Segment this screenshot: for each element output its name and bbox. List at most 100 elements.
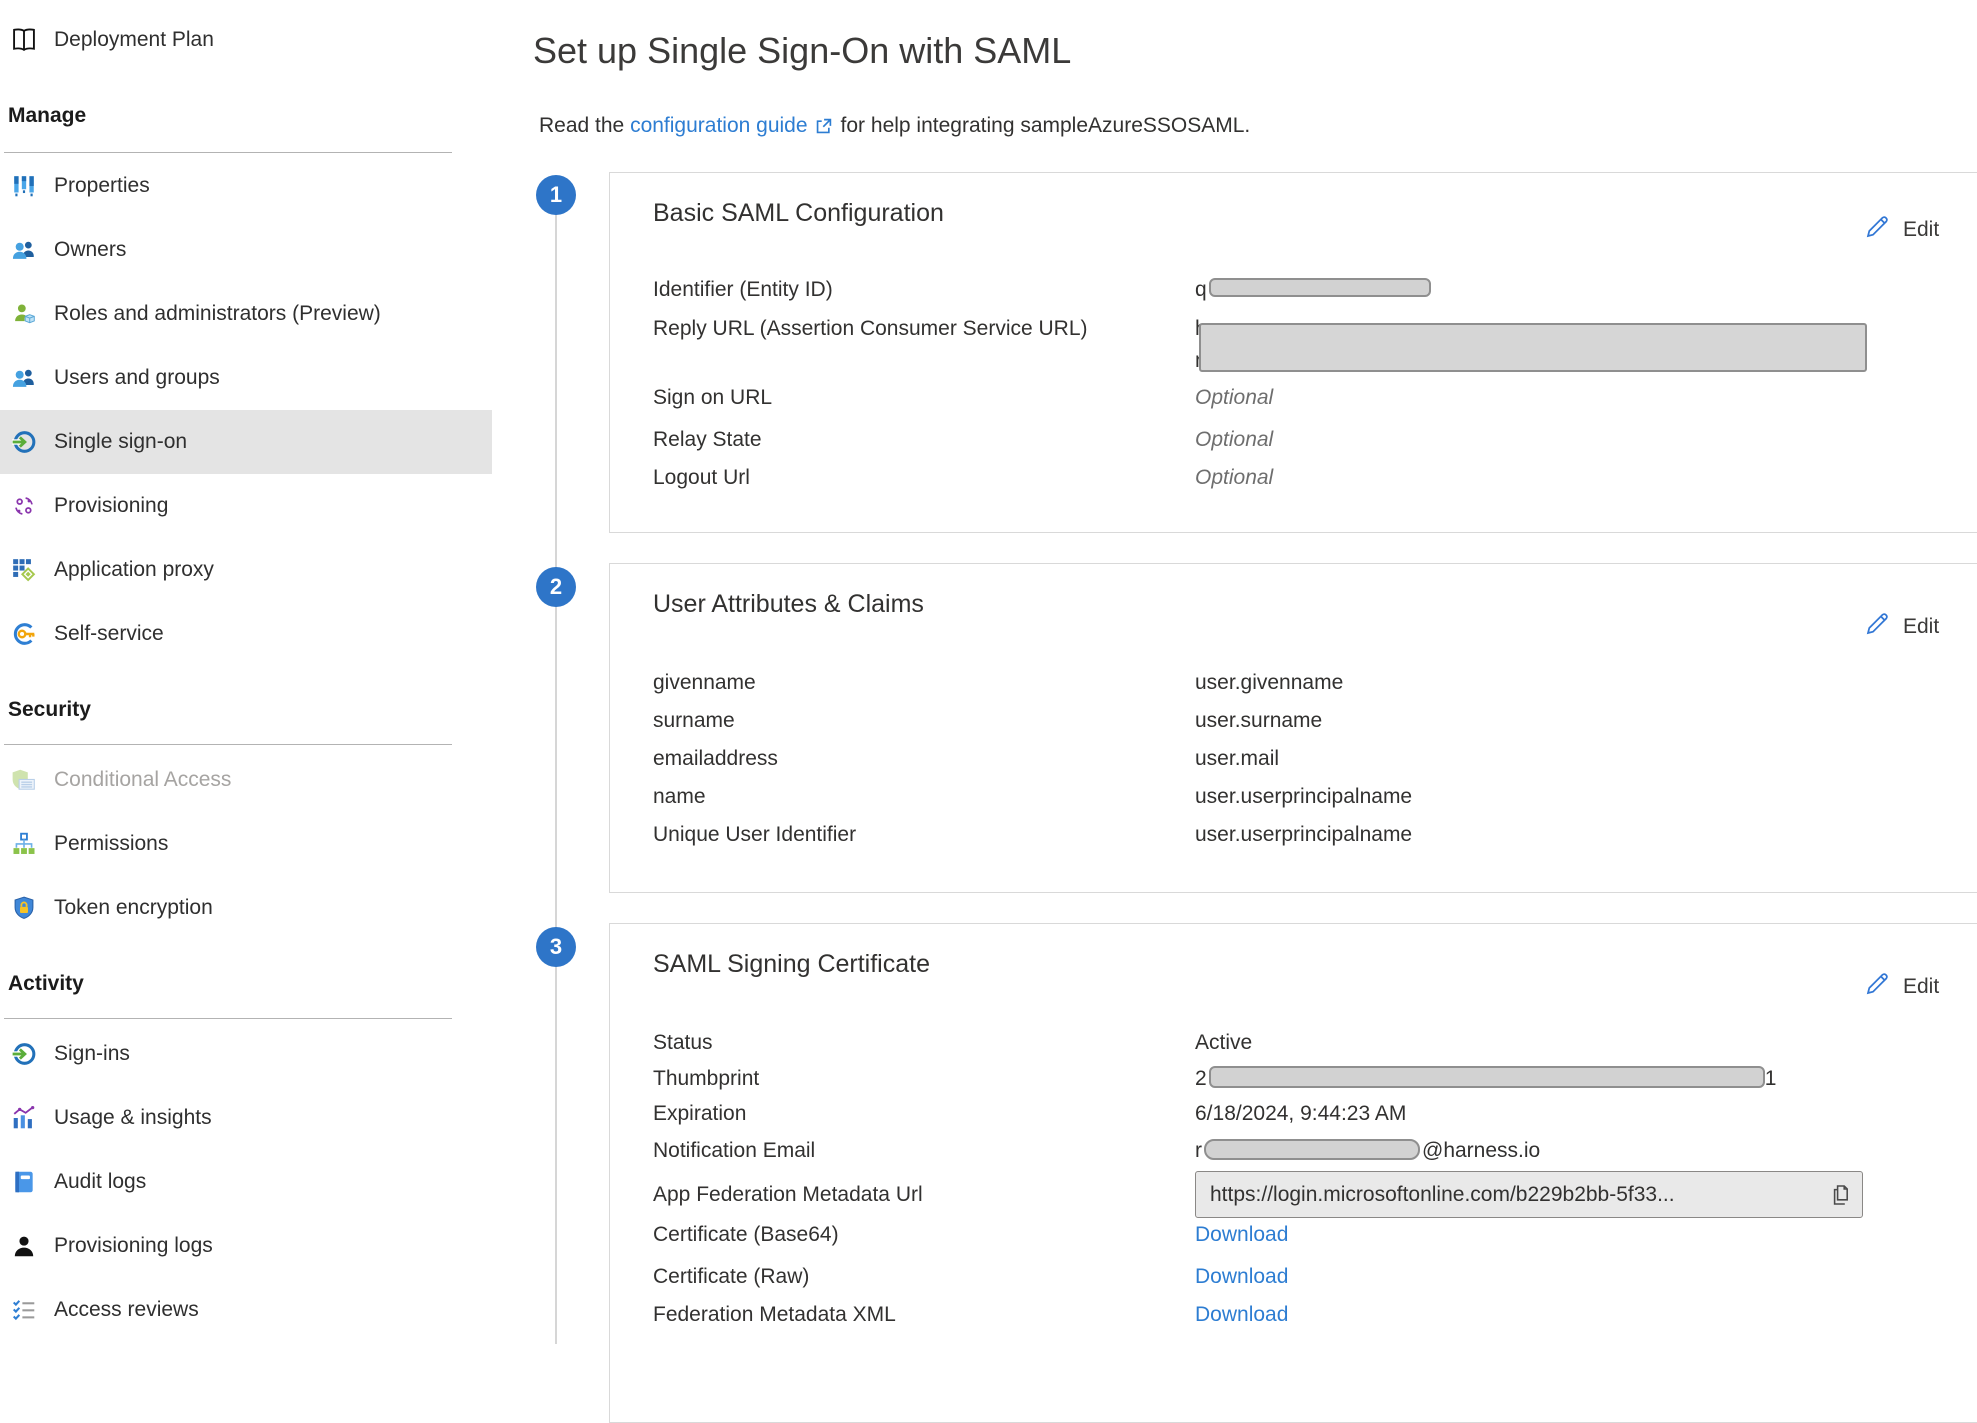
row-value: Download xyxy=(1195,1300,1288,1330)
edit-basic-saml-button[interactable]: Edit xyxy=(1863,213,1939,246)
provisioning-logs-icon xyxy=(10,1232,38,1260)
copy-icon[interactable] xyxy=(1828,1183,1852,1212)
pencil-icon xyxy=(1863,610,1891,643)
usage-insights-icon xyxy=(10,1104,38,1132)
saml-signing-certificate-card: SAML Signing Certificate Edit Status Act… xyxy=(609,923,1977,1423)
sidebar-item-token-encryption[interactable]: Token encryption xyxy=(0,876,492,940)
user-attributes-claims-card: User Attributes & Claims Edit givenname … xyxy=(609,563,1977,893)
sidebar-item-access-reviews[interactable]: Access reviews xyxy=(0,1278,492,1342)
row-value: user.surname xyxy=(1195,706,1322,736)
properties-icon xyxy=(10,172,38,200)
sidebar-item-deployment-plan[interactable]: Deployment Plan xyxy=(0,8,492,72)
sidebar-item-properties[interactable]: Properties xyxy=(0,154,492,218)
metadata-url-value: https://login.microsoftonline.com/b229b2… xyxy=(1210,1183,1675,1207)
row-label: name xyxy=(653,782,706,812)
download-federation-metadata-xml-link[interactable]: Download xyxy=(1195,1303,1288,1326)
basic-saml-configuration-card: Basic SAML Configuration Edit Identifier… xyxy=(609,172,1977,533)
sidebar-section-header-manage: Manage xyxy=(8,104,86,128)
download-certificate-raw-link[interactable]: Download xyxy=(1195,1265,1288,1288)
sidebar-item-label: Users and groups xyxy=(54,366,220,390)
card-title: SAML Signing Certificate xyxy=(653,950,930,979)
edit-saml-certificate-button[interactable]: Edit xyxy=(1863,970,1939,1003)
row-label: App Federation Metadata Url xyxy=(653,1180,923,1210)
sso-saml-setup-page: { "colors": { "accent_blue": "#2e75c8", … xyxy=(0,0,1977,1344)
sidebar-item-label: Owners xyxy=(54,238,126,262)
row-label: Logout Url xyxy=(653,463,750,493)
row-label: givenname xyxy=(653,668,756,698)
row-value: user.userprincipalname xyxy=(1195,820,1412,850)
row-label: Federation Metadata XML xyxy=(653,1300,896,1330)
row-label: emailaddress xyxy=(653,744,778,774)
sidebar-item-permissions[interactable]: Permissions xyxy=(0,812,492,876)
card-title: Basic SAML Configuration xyxy=(653,199,944,228)
row-label: Expiration xyxy=(653,1099,746,1129)
divider xyxy=(4,152,452,153)
sidebar-section-header-security: Security xyxy=(8,698,91,722)
sidebar-section-header-activity: Activity xyxy=(8,972,84,996)
self-service-icon xyxy=(10,620,38,648)
row-value-optional: Optional xyxy=(1195,425,1273,455)
single-sign-on-icon xyxy=(10,428,38,456)
edit-label: Edit xyxy=(1903,218,1939,242)
sidebar: Deployment Plan Manage Properties Owners… xyxy=(0,0,492,1344)
sidebar-item-label: Audit logs xyxy=(54,1170,146,1194)
sidebar-item-self-service[interactable]: Self-service xyxy=(0,602,492,666)
redaction-bar xyxy=(1204,1139,1420,1160)
conditional-access-icon xyxy=(10,766,38,794)
download-certificate-base64-link[interactable]: Download xyxy=(1195,1223,1288,1246)
provisioning-icon xyxy=(10,492,38,520)
sidebar-item-roles-and-administrators[interactable]: Roles and administrators (Preview) xyxy=(0,282,492,346)
row-value-optional: Optional xyxy=(1195,383,1273,413)
row-label: surname xyxy=(653,706,735,736)
sidebar-item-provisioning[interactable]: Provisioning xyxy=(0,474,492,538)
users-groups-icon xyxy=(10,364,38,392)
intro-prefix: Read the xyxy=(539,114,624,138)
sidebar-item-users-and-groups[interactable]: Users and groups xyxy=(0,346,492,410)
step-badge-2: 2 xyxy=(536,567,576,607)
step-badge-1: 1 xyxy=(536,175,576,215)
pencil-icon xyxy=(1863,213,1891,246)
edit-label: Edit xyxy=(1903,615,1939,639)
row-value: Download xyxy=(1195,1220,1288,1250)
row-label: Unique User Identifier xyxy=(653,820,856,850)
row-label: Identifier (Entity ID) xyxy=(653,275,833,305)
edit-user-attributes-button[interactable]: Edit xyxy=(1863,610,1939,643)
row-value: Download xyxy=(1195,1262,1288,1292)
sidebar-item-usage-insights[interactable]: Usage & insights xyxy=(0,1086,492,1150)
row-value: user.userprincipalname xyxy=(1195,782,1412,812)
sidebar-item-owners[interactable]: Owners xyxy=(0,218,492,282)
sign-ins-icon xyxy=(10,1040,38,1068)
sidebar-item-label: Single sign-on xyxy=(54,430,187,454)
configuration-guide-link[interactable]: configuration guide xyxy=(630,114,807,138)
row-value-optional: Optional xyxy=(1195,463,1273,493)
sidebar-item-single-sign-on[interactable]: Single sign-on xyxy=(0,410,492,474)
row-label: Certificate (Base64) xyxy=(653,1220,839,1250)
book-icon xyxy=(10,26,38,54)
row-label: Relay State xyxy=(653,425,762,455)
sidebar-item-label: Provisioning xyxy=(54,494,168,518)
sidebar-item-application-proxy[interactable]: Application proxy xyxy=(0,538,492,602)
row-label: Certificate (Raw) xyxy=(653,1262,809,1292)
intro-suffix: for help integrating sampleAzureSSOSAML. xyxy=(841,114,1251,138)
redaction-bar xyxy=(1209,278,1431,297)
step-badge-3: 3 xyxy=(536,927,576,967)
sidebar-item-audit-logs[interactable]: Audit logs xyxy=(0,1150,492,1214)
row-value: user.givenname xyxy=(1195,668,1343,698)
sidebar-item-label: Deployment Plan xyxy=(54,28,214,52)
sidebar-item-label: Conditional Access xyxy=(54,768,231,792)
sidebar-item-provisioning-logs[interactable]: Provisioning logs xyxy=(0,1214,492,1278)
divider xyxy=(4,744,452,745)
sidebar-item-sign-ins[interactable]: Sign-ins xyxy=(0,1022,492,1086)
row-label: Thumbprint xyxy=(653,1064,759,1094)
pencil-icon xyxy=(1863,970,1891,1003)
status-value: Active xyxy=(1195,1028,1252,1058)
page-title: Set up Single Sign-On with SAML xyxy=(533,30,1071,72)
app-federation-metadata-url-field[interactable]: https://login.microsoftonline.com/b229b2… xyxy=(1195,1171,1863,1218)
access-reviews-icon xyxy=(10,1296,38,1324)
card-title: User Attributes & Claims xyxy=(653,590,924,619)
sidebar-item-label: Provisioning logs xyxy=(54,1234,213,1258)
row-label: Sign on URL xyxy=(653,383,772,413)
row-value-redacted: 21 xyxy=(1195,1064,1776,1094)
sidebar-item-label: Permissions xyxy=(54,832,168,856)
application-proxy-icon xyxy=(10,556,38,584)
